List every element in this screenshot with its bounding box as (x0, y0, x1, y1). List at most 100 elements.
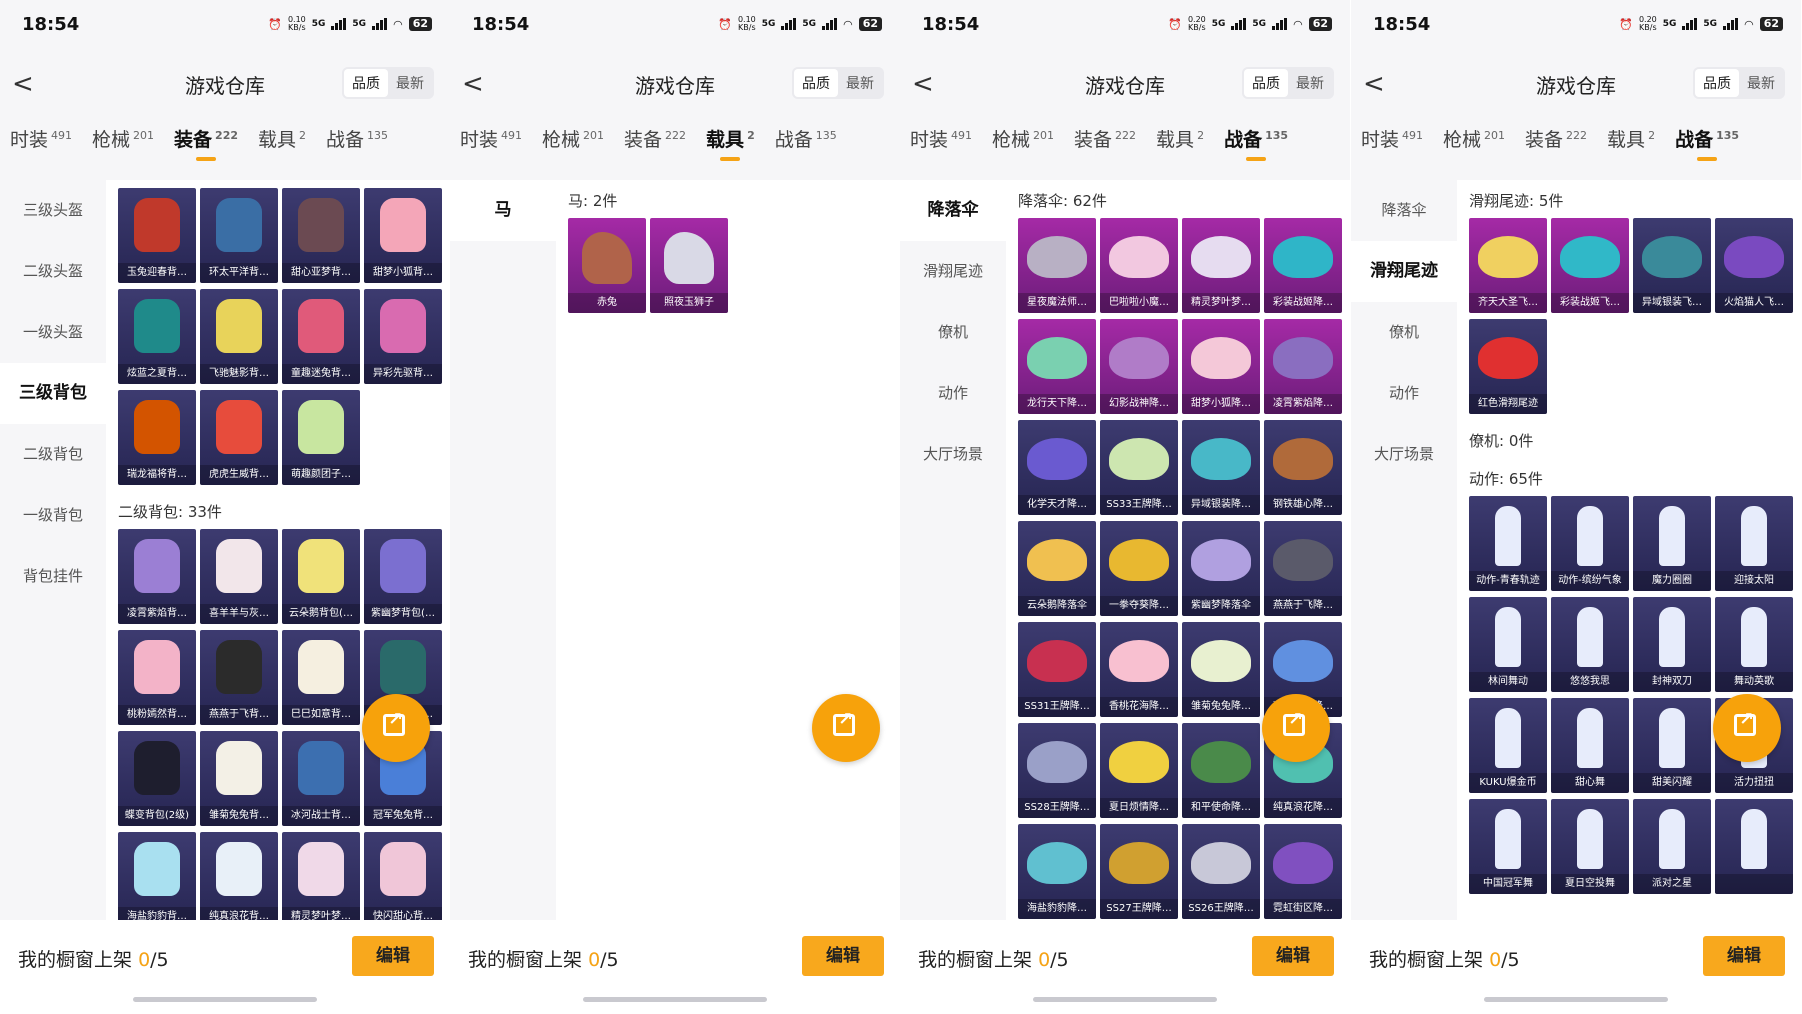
share-button[interactable] (812, 694, 880, 762)
item-card[interactable]: KUKU爆金币 (1469, 698, 1547, 793)
sort-quality-button[interactable]: 品质 (794, 69, 838, 97)
item-card[interactable]: 悠悠我思 (1551, 597, 1629, 692)
sidebar-item[interactable]: 动作 (900, 363, 1006, 424)
sort-quality-button[interactable]: 品质 (344, 69, 388, 97)
item-card[interactable]: 精灵梦叶梦… (1182, 218, 1260, 313)
sidebar-item[interactable]: 背包挂件 (0, 546, 106, 607)
sort-newest-button[interactable]: 最新 (1288, 69, 1332, 97)
item-card[interactable]: 化学天才降… (1018, 420, 1096, 515)
item-card[interactable]: 香桃花海降… (1100, 622, 1178, 717)
tab-0[interactable]: 时装 491 (450, 125, 532, 175)
item-card[interactable]: 玉兔迎春背… (118, 188, 196, 283)
tab-4[interactable]: 战备 135 (765, 125, 847, 175)
item-card[interactable]: SS31王牌降… (1018, 622, 1096, 717)
edit-button[interactable]: 编辑 (802, 936, 884, 976)
sidebar-item[interactable]: 一级背包 (0, 485, 106, 546)
item-card[interactable]: 虎虎生威背… (200, 390, 278, 485)
item-card[interactable]: 喜羊羊与灰… (200, 529, 278, 624)
item-card[interactable]: 动作-缤纷气象 (1551, 496, 1629, 591)
sidebar-item[interactable]: 降落伞 (900, 180, 1006, 241)
tab-1[interactable]: 枪械 201 (982, 125, 1064, 175)
tab-2[interactable]: 装备 222 (1064, 125, 1146, 175)
tab-3[interactable]: 载具 2 (1597, 125, 1665, 175)
sort-newest-button[interactable]: 最新 (388, 69, 432, 97)
sidebar-item[interactable]: 僚机 (1351, 302, 1457, 363)
item-card[interactable]: 炫蓝之夏背… (118, 289, 196, 384)
item-card[interactable]: 桃粉嫣然背… (118, 630, 196, 725)
item-card[interactable]: 封神双刀 (1633, 597, 1711, 692)
item-card[interactable]: 龙行天下降… (1018, 319, 1096, 414)
tab-2[interactable]: 装备 222 (1515, 125, 1597, 175)
sidebar-item[interactable]: 滑翔尾迹 (1351, 241, 1457, 302)
item-card[interactable]: 异彩先驱背… (364, 289, 442, 384)
share-button[interactable] (362, 694, 430, 762)
item-card[interactable]: 紫幽梦降落伞 (1182, 521, 1260, 616)
item-card[interactable]: 甜心亚梦背… (282, 188, 360, 283)
item-card[interactable]: 纯真浪花背… (200, 832, 278, 920)
item-card[interactable]: 燕燕于飞背… (200, 630, 278, 725)
item-card[interactable]: 巴啦啦小魔… (1100, 218, 1178, 313)
sort-newest-button[interactable]: 最新 (838, 69, 882, 97)
item-card[interactable]: 林间舞动 (1469, 597, 1547, 692)
item-card[interactable]: 彩装战姬飞… (1551, 218, 1629, 313)
item-card[interactable] (1715, 799, 1793, 894)
tab-0[interactable]: 时装 491 (0, 125, 82, 175)
item-card[interactable]: 精灵梦叶梦… (282, 832, 360, 920)
item-card[interactable]: 快闪甜心背… (364, 832, 442, 920)
tab-4[interactable]: 战备 135 (1214, 125, 1298, 175)
item-card[interactable]: 夏日空投舞 (1551, 799, 1629, 894)
item-card[interactable]: 雏菊兔兔背… (200, 731, 278, 826)
tab-0[interactable]: 时装 491 (900, 125, 982, 175)
sidebar-item[interactable]: 一级头盔 (0, 302, 106, 363)
edit-button[interactable]: 编辑 (1252, 936, 1334, 976)
tab-3[interactable]: 载具 2 (248, 125, 316, 175)
edit-button[interactable]: 编辑 (352, 936, 434, 976)
item-card[interactable]: 齐天大圣飞… (1469, 218, 1547, 313)
sidebar-item[interactable]: 二级头盔 (0, 241, 106, 302)
tab-1[interactable]: 枪械 201 (1433, 125, 1515, 175)
sidebar-item[interactable]: 三级背包 (0, 363, 106, 424)
item-card[interactable]: 夏日烦情降… (1100, 723, 1178, 818)
tab-1[interactable]: 枪械 201 (82, 125, 164, 175)
tab-3[interactable]: 载具 2 (1146, 125, 1214, 175)
item-card[interactable]: 海盐豹豹降… (1018, 824, 1096, 919)
item-card[interactable]: 甜梦小狐降… (1182, 319, 1260, 414)
item-card[interactable]: 凌霄紫焰降… (1264, 319, 1342, 414)
item-card[interactable]: 雏菊兔兔降… (1182, 622, 1260, 717)
item-card[interactable]: 凌霄紫焰背… (118, 529, 196, 624)
item-card[interactable]: 彩装战姬降… (1264, 218, 1342, 313)
item-card[interactable]: 迎接太阳 (1715, 496, 1793, 591)
item-card[interactable]: SS27王牌降… (1100, 824, 1178, 919)
item-card[interactable]: 紫幽梦背包(… (364, 529, 442, 624)
tab-4[interactable]: 战备 135 (1665, 125, 1749, 175)
item-card[interactable]: 童趣迷兔背… (282, 289, 360, 384)
tab-1[interactable]: 枪械 201 (532, 125, 614, 175)
tab-2[interactable]: 装备 222 (614, 125, 696, 175)
item-card[interactable]: 赤兔 (568, 218, 646, 313)
sidebar-item[interactable]: 动作 (1351, 363, 1457, 424)
item-card[interactable]: 和平使命降… (1182, 723, 1260, 818)
edit-button[interactable]: 编辑 (1703, 936, 1785, 976)
item-card[interactable]: 巳巳如意背… (282, 630, 360, 725)
sidebar-item[interactable]: 马 (450, 180, 556, 241)
item-card[interactable]: 甜心舞 (1551, 698, 1629, 793)
item-card[interactable]: 动作-青春轨迹 (1469, 496, 1547, 591)
tab-2[interactable]: 装备 222 (164, 125, 248, 175)
item-card[interactable]: 异域银装飞… (1633, 218, 1711, 313)
sidebar-item[interactable]: 滑翔尾迹 (900, 241, 1006, 302)
item-card[interactable]: 霓虹街区降… (1264, 824, 1342, 919)
item-card[interactable]: SS33王牌降… (1100, 420, 1178, 515)
sort-newest-button[interactable]: 最新 (1739, 69, 1783, 97)
item-card[interactable]: 照夜玉狮子 (650, 218, 728, 313)
item-card[interactable]: 异域银装降… (1182, 420, 1260, 515)
sidebar-item[interactable]: 大厅场景 (1351, 424, 1457, 485)
item-card[interactable]: 甜美闪耀 (1633, 698, 1711, 793)
item-card[interactable]: 云朵鹅降落伞 (1018, 521, 1096, 616)
tab-3[interactable]: 载具 2 (696, 125, 765, 175)
share-button[interactable] (1262, 694, 1330, 762)
item-card[interactable]: 海盐豹豹背… (118, 832, 196, 920)
item-card[interactable]: 蝶变背包(2级) (118, 731, 196, 826)
item-card[interactable]: SS28王牌降… (1018, 723, 1096, 818)
sidebar-item[interactable]: 大厅场景 (900, 424, 1006, 485)
item-card[interactable]: 星夜魔法师… (1018, 218, 1096, 313)
